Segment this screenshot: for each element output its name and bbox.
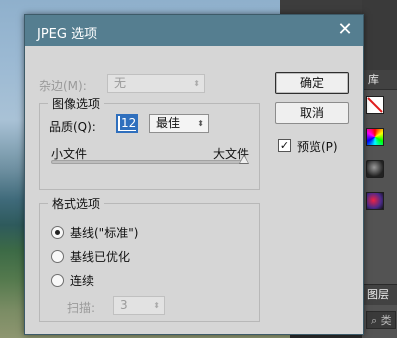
- gray-brush-swatch-icon[interactable]: [366, 160, 384, 178]
- dialog-title: JPEG 选项: [37, 27, 98, 42]
- radio-baseline-standard[interactable]: [51, 226, 64, 239]
- format-options-legend: 格式选项: [48, 195, 105, 212]
- radio-progressive-label[interactable]: 连续: [70, 272, 94, 289]
- radio-baseline-standard-label[interactable]: 基线("标准"): [70, 224, 138, 241]
- scans-label: 扫描:: [67, 301, 96, 315]
- colorful-swatch-icon[interactable]: [366, 192, 384, 210]
- quality-preset-value: 最佳: [156, 116, 181, 130]
- chevron-updown-icon: ⬍: [197, 119, 204, 128]
- quality-slider-thumb[interactable]: [239, 154, 249, 164]
- quality-input[interactable]: 12: [116, 114, 138, 133]
- image-options-legend: 图像选项: [48, 95, 105, 112]
- layers-panel: 图层 ⌕ 类: [362, 284, 397, 338]
- no-fill-swatch-icon[interactable]: [366, 96, 384, 114]
- jpeg-options-dialog: JPEG 选项 ✕ 杂边(M): 无 ⬍ 图像选项 品质(Q): 12 最佳 ⬍…: [24, 14, 364, 335]
- dialog-titlebar[interactable]: JPEG 选项 ✕: [25, 15, 363, 46]
- quality-slider-track[interactable]: [51, 160, 247, 164]
- check-icon: ✓: [279, 139, 290, 152]
- search-icon: ⌕: [371, 314, 378, 327]
- quality-value: 12: [120, 116, 138, 130]
- preview-label[interactable]: 预览(P): [297, 138, 338, 155]
- chevron-updown-icon: ⬍: [193, 79, 200, 88]
- quality-label: 品质(Q):: [49, 120, 96, 134]
- radio-progressive[interactable]: [51, 274, 64, 287]
- cancel-button[interactable]: 取消: [275, 102, 349, 124]
- scans-select[interactable]: 3 ⬍: [113, 296, 165, 315]
- ok-button[interactable]: 确定: [275, 72, 349, 94]
- matte-label: 杂边(M):: [39, 79, 87, 93]
- layers-search-input[interactable]: ⌕ 类: [366, 311, 396, 329]
- search-kind-label: 类: [380, 314, 392, 327]
- quality-preset-select[interactable]: 最佳 ⬍: [149, 114, 209, 133]
- matte-value: 无: [114, 76, 127, 90]
- color-wheel-swatch-icon[interactable]: [366, 128, 384, 146]
- dialog-content: 杂边(M): 无 ⬍ 图像选项 品质(Q): 12 最佳 ⬍ 小文件 大文件 格…: [25, 46, 363, 334]
- matte-select[interactable]: 无 ⬍: [107, 74, 205, 93]
- radio-baseline-optimized[interactable]: [51, 250, 64, 263]
- layers-tab[interactable]: 图层: [362, 285, 397, 305]
- scans-value: 3: [120, 298, 128, 312]
- chevron-updown-icon: ⬍: [153, 301, 160, 310]
- close-icon[interactable]: ✕: [335, 20, 355, 40]
- preview-checkbox[interactable]: ✓: [278, 139, 291, 152]
- library-tab[interactable]: 库: [363, 70, 397, 90]
- radio-baseline-optimized-label[interactable]: 基线已优化: [70, 248, 130, 265]
